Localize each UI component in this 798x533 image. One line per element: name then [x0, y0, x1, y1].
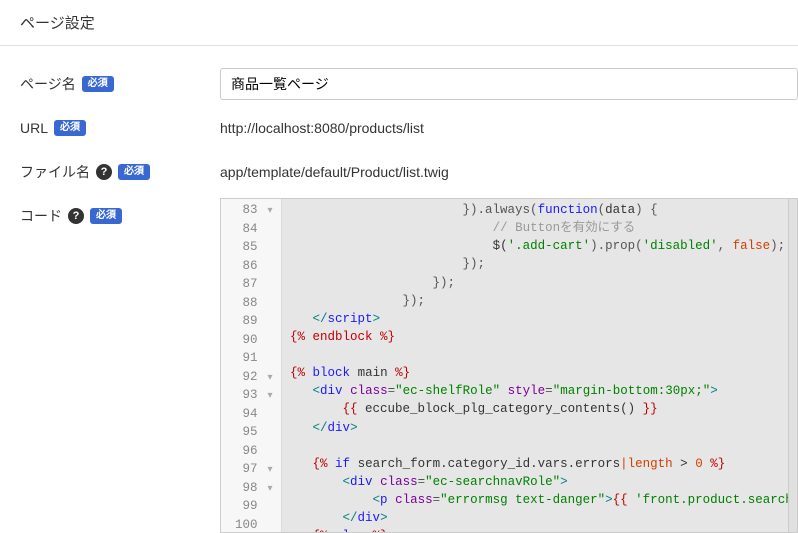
code-line[interactable]: }); — [290, 274, 797, 292]
code-line[interactable]: <p class="errormsg text-danger">{{ 'fron… — [290, 491, 797, 509]
code-line[interactable]: <div class="ec-searchnavRole"> — [290, 473, 797, 491]
gutter-line: 91 — [235, 349, 275, 368]
label-file-name: ファイル名 — [20, 162, 90, 182]
code-line[interactable]: </script> — [290, 310, 797, 328]
gutter-line: 90 — [235, 331, 275, 350]
required-badge: 必須 — [54, 120, 86, 136]
gutter-line: 87 — [235, 275, 275, 294]
code-line[interactable]: }); — [290, 292, 797, 310]
field-row-file-name: app/template/default/Product/list.twig — [220, 154, 798, 190]
code-line[interactable]: {% if search_form.category_id.vars.error… — [290, 455, 797, 473]
gutter-line: 89 — [235, 312, 275, 331]
code-line[interactable]: {{ eccube_block_plg_category_contents() … — [290, 400, 797, 418]
gutter-line: 95 — [235, 423, 275, 442]
page-header: ページ設定 — [0, 0, 798, 46]
code-line[interactable]: // Buttonを有効にする — [290, 219, 797, 237]
field-row-url: http://localhost:8080/products/list — [220, 110, 798, 146]
gutter-line: 83 ▾ — [235, 201, 275, 220]
label-row-page-name: ページ名 必須 — [20, 66, 220, 102]
code-editor[interactable]: 83 ▾84 85 86 87 88 89 90 91 92 ▾93 ▾94 9… — [220, 198, 798, 533]
gutter-line: 100 — [235, 516, 275, 533]
label-row-url: URL 必須 — [20, 110, 220, 146]
label-row-file-name: ファイル名 ? 必須 — [20, 154, 220, 190]
gutter-line: 94 — [235, 405, 275, 424]
code-line[interactable]: }).always(function(data) { — [290, 201, 797, 219]
gutter-line: 99 — [235, 497, 275, 516]
gutter-line: 88 — [235, 294, 275, 313]
gutter-line: 85 — [235, 238, 275, 257]
label-code: コード — [20, 206, 62, 226]
code-body[interactable]: }).always(function(data) { // Buttonを有効に… — [282, 199, 797, 532]
page-name-input[interactable] — [220, 68, 798, 100]
code-line[interactable]: <div class="ec-shelfRole" style="margin-… — [290, 382, 797, 400]
required-badge: 必須 — [82, 76, 114, 92]
gutter-line: 84 — [235, 220, 275, 239]
label-url: URL — [20, 120, 48, 136]
field-row-page-name — [220, 66, 798, 102]
required-badge: 必須 — [90, 208, 122, 224]
code-line[interactable]: {% block main %} — [290, 364, 797, 382]
fields-column: http://localhost:8080/products/list app/… — [220, 66, 798, 533]
page-title: ページ設定 — [20, 12, 778, 33]
form-content: ページ名 必須 URL 必須 ファイル名 ? 必須 コード ? 必須 http:… — [0, 46, 798, 533]
code-line[interactable]: }); — [290, 255, 797, 273]
url-value: http://localhost:8080/products/list — [220, 120, 424, 136]
help-icon[interactable]: ? — [96, 164, 112, 180]
help-icon[interactable]: ? — [68, 208, 84, 224]
code-line[interactable]: {% endblock %} — [290, 328, 797, 346]
gutter-line: 92 ▾ — [235, 368, 275, 387]
file-name-value: app/template/default/Product/list.twig — [220, 164, 449, 180]
label-page-name: ページ名 — [20, 74, 76, 94]
gutter-line: 86 — [235, 257, 275, 276]
gutter-line: 97 ▾ — [235, 460, 275, 479]
labels-column: ページ名 必須 URL 必須 ファイル名 ? 必須 コード ? 必須 — [20, 66, 220, 533]
gutter-line: 96 — [235, 442, 275, 461]
code-gutter: 83 ▾84 85 86 87 88 89 90 91 92 ▾93 ▾94 9… — [221, 199, 282, 532]
gutter-line: 98 ▾ — [235, 479, 275, 498]
code-line[interactable] — [290, 437, 797, 455]
label-row-code: コード ? 必須 — [20, 198, 220, 234]
code-line[interactable]: $('.add-cart').prop('disabled', false); — [290, 237, 797, 255]
required-badge: 必須 — [118, 164, 150, 180]
code-line[interactable]: </div> — [290, 509, 797, 527]
code-line[interactable]: </div> — [290, 419, 797, 437]
code-line[interactable] — [290, 346, 797, 364]
gutter-line: 93 ▾ — [235, 386, 275, 405]
code-line[interactable]: {% else %} — [290, 527, 797, 532]
